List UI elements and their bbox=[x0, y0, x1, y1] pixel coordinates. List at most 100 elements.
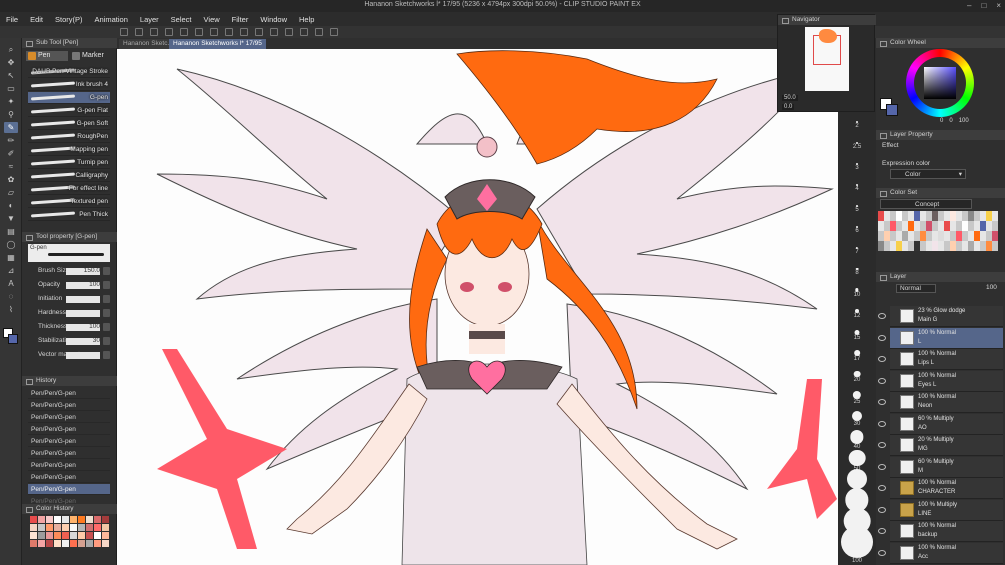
save-icon[interactable] bbox=[150, 28, 158, 36]
color-swatch[interactable] bbox=[46, 524, 53, 531]
pencil-icon[interactable]: ✏ bbox=[4, 135, 18, 146]
layer-row[interactable]: 100 % Normal L bbox=[878, 327, 1003, 349]
undo-icon[interactable] bbox=[165, 28, 173, 36]
color-set-swatch[interactable] bbox=[992, 231, 998, 241]
color-swatch[interactable] bbox=[94, 516, 101, 523]
open-icon[interactable] bbox=[135, 28, 143, 36]
canvas-area[interactable]: Hananon Sketc... Hananon Sketchworks l* 1… bbox=[117, 38, 838, 565]
frame-icon[interactable]: ▦ bbox=[4, 252, 18, 263]
close-icon[interactable]: × bbox=[996, 1, 1001, 10]
eraser-icon[interactable]: ▱ bbox=[4, 187, 18, 198]
brush-item[interactable]: G-pen Flat bbox=[28, 105, 110, 117]
brush-item[interactable]: Mapping pen bbox=[28, 144, 110, 156]
ruler-icon[interactable] bbox=[315, 28, 323, 36]
history-header[interactable]: History bbox=[22, 376, 117, 386]
sub-color-swatch[interactable] bbox=[886, 104, 898, 116]
layer-header[interactable]: Layer bbox=[876, 272, 1005, 282]
color-swatch[interactable] bbox=[94, 532, 101, 539]
eye-icon[interactable] bbox=[878, 485, 886, 491]
color-set-swatch[interactable] bbox=[992, 211, 998, 221]
color-swatch[interactable] bbox=[70, 516, 77, 523]
color-swatch[interactable] bbox=[62, 524, 69, 531]
snap-icon[interactable] bbox=[330, 28, 338, 36]
new-icon[interactable] bbox=[120, 28, 128, 36]
fill-icon[interactable] bbox=[210, 28, 218, 36]
brush-item[interactable]: Turnip pen bbox=[28, 157, 110, 169]
property-row[interactable]: Brush Size 150.0 bbox=[26, 266, 112, 277]
clear-icon[interactable] bbox=[195, 28, 203, 36]
color-swatch[interactable] bbox=[70, 532, 77, 539]
pen-icon[interactable]: ✎ bbox=[4, 122, 18, 133]
property-slider[interactable] bbox=[66, 352, 100, 359]
color-swatch[interactable] bbox=[38, 524, 45, 531]
brush-size-dot[interactable] bbox=[852, 390, 862, 400]
layer-row[interactable]: 100 % Normal Eyes L bbox=[878, 370, 1003, 392]
selection-icon[interactable]: ▭ bbox=[4, 83, 18, 94]
correct-line-icon[interactable]: ⌇ bbox=[4, 304, 18, 315]
history-item[interactable]: Pen/Pen/G-pen bbox=[28, 484, 110, 495]
color-swatch[interactable] bbox=[54, 540, 61, 547]
figure-icon[interactable]: ◯ bbox=[4, 239, 18, 250]
layer-row[interactable]: 60 % Multiply M bbox=[878, 456, 1003, 478]
history-item[interactable]: Pen/Pen/G-pen bbox=[28, 460, 110, 471]
menu-item[interactable]: Filter bbox=[226, 15, 255, 24]
background-color-icon[interactable] bbox=[8, 334, 18, 344]
menu-item[interactable]: Select bbox=[165, 15, 198, 24]
color-swatch[interactable] bbox=[46, 516, 53, 523]
tool-property-header[interactable]: Tool property [G-pen] bbox=[22, 232, 117, 242]
history-item[interactable]: Pen/Pen/G-pen bbox=[28, 388, 110, 399]
color-swatch[interactable] bbox=[94, 524, 101, 531]
brush-item[interactable]: Calligraphy bbox=[28, 170, 110, 182]
property-slider[interactable] bbox=[66, 296, 100, 303]
subtool-tab-marker[interactable]: Marker bbox=[70, 51, 112, 61]
eye-icon[interactable] bbox=[878, 463, 886, 470]
eyedropper-icon[interactable]: ⚲ bbox=[4, 109, 18, 120]
brush-size-dot[interactable] bbox=[853, 370, 861, 378]
balloon-icon[interactable]: ◌ bbox=[4, 291, 18, 302]
color-swatch[interactable] bbox=[38, 540, 45, 547]
brush-item[interactable]: G-pen bbox=[28, 92, 110, 104]
color-swatch[interactable] bbox=[46, 532, 53, 539]
brush-item[interactable]: Textured pen bbox=[28, 196, 110, 208]
cut-icon[interactable] bbox=[240, 28, 248, 36]
document-tab[interactable]: Hananon Sketchworks l* 17/95 bbox=[169, 39, 266, 49]
eye-icon[interactable] bbox=[878, 356, 886, 362]
brush-size-dot[interactable] bbox=[850, 430, 864, 444]
color-swatch[interactable] bbox=[62, 516, 69, 523]
gradient-icon[interactable]: ▤ bbox=[4, 226, 18, 237]
layer-row[interactable]: 100 % Normal Lips L bbox=[878, 349, 1003, 370]
color-swatch[interactable] bbox=[46, 540, 53, 547]
brush-size-dot[interactable] bbox=[841, 526, 873, 558]
operation-icon[interactable]: ↖ bbox=[4, 70, 18, 81]
property-row[interactable]: Opacity 100 bbox=[26, 280, 112, 291]
layer-row[interactable]: 100 % Normal Neon bbox=[878, 392, 1003, 413]
color-swatch[interactable] bbox=[38, 532, 45, 539]
color-swatch[interactable] bbox=[62, 532, 69, 539]
color-wheel[interactable] bbox=[906, 49, 974, 117]
layer-row[interactable]: 100 % Normal Acc bbox=[878, 542, 1003, 564]
color-swatch[interactable] bbox=[78, 516, 85, 523]
color-set-swatch[interactable] bbox=[992, 241, 998, 251]
color-swatch[interactable] bbox=[86, 524, 93, 531]
history-item[interactable]: Pen/Pen/G-pen bbox=[28, 436, 110, 447]
rotation-value[interactable]: 0.0 bbox=[782, 104, 795, 110]
property-stepper[interactable] bbox=[103, 281, 110, 289]
property-stepper[interactable] bbox=[103, 309, 110, 317]
history-item[interactable]: Pen/Pen/G-pen bbox=[28, 400, 110, 411]
history-item[interactable]: Pen/Pen/G-pen bbox=[28, 412, 110, 423]
menu-item[interactable]: Animation bbox=[89, 15, 134, 24]
property-row[interactable]: Thickness 100 bbox=[26, 322, 112, 333]
color-set-header[interactable]: Color Set bbox=[876, 188, 1005, 198]
property-stepper[interactable] bbox=[103, 351, 110, 359]
brush-item[interactable]: DAUB Pen Vintage Stroke bbox=[28, 66, 110, 78]
history-item[interactable]: Pen/Pen/G-pen bbox=[28, 424, 110, 435]
menu-item[interactable]: Layer bbox=[134, 15, 165, 24]
color-set-select[interactable]: Concept bbox=[880, 199, 972, 209]
color-swatch[interactable] bbox=[86, 540, 93, 547]
color-swatch[interactable] bbox=[30, 540, 37, 547]
eye-icon[interactable] bbox=[878, 377, 886, 384]
color-swatch[interactable] bbox=[30, 516, 37, 523]
property-row[interactable]: Initiation bbox=[26, 294, 112, 305]
color-swatch[interactable] bbox=[30, 524, 37, 531]
color-swatch[interactable] bbox=[70, 540, 77, 547]
